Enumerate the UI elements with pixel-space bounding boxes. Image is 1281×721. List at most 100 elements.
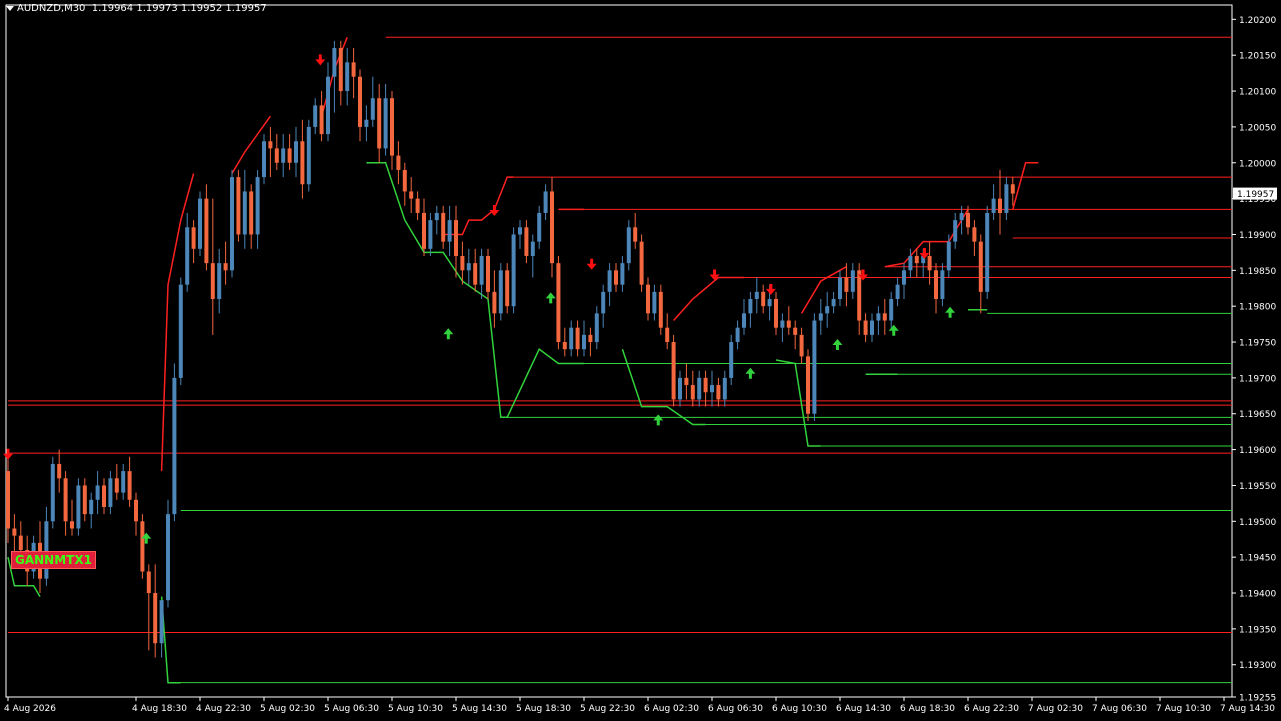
candle-body-40 (262, 141, 266, 178)
y-tick-label-10: 1.19700 (1239, 374, 1276, 384)
x-tick-label-18: 7 Aug 14:30 (1220, 704, 1275, 714)
candle-body-16 (108, 478, 113, 507)
candle-body-34 (223, 263, 228, 271)
x-tick-label-10: 6 Aug 06:30 (708, 704, 763, 714)
candle-body-109 (703, 377, 708, 393)
candle-body-114 (735, 327, 740, 343)
candle-body-30 (198, 198, 202, 249)
candle-body-87 (562, 342, 567, 350)
candle-body-52 (338, 48, 343, 92)
candle-body-127 (818, 313, 823, 321)
candle-body-79 (511, 234, 516, 307)
candle-body-156 (1004, 184, 1009, 213)
candle-body-68 (441, 212, 446, 242)
candle-body-71 (460, 255, 465, 271)
candle-body-83 (537, 212, 542, 242)
candle-body-69 (447, 220, 452, 242)
x-tick-label-0: 4 Aug 2026 (4, 704, 56, 714)
candle-body-64 (415, 198, 420, 213)
x-tick-label-15: 7 Aug 02:30 (1028, 704, 1083, 714)
candle-body-43 (281, 148, 286, 163)
candle-body-89 (575, 327, 580, 350)
y-tick-label-12: 1.19600 (1239, 446, 1276, 456)
candle-body-136 (876, 313, 881, 321)
candle-body-106 (684, 377, 689, 386)
candle-body-91 (588, 334, 593, 343)
candle-body-88 (569, 327, 574, 350)
x-tick-label-13: 6 Aug 18:30 (900, 704, 955, 714)
candle-body-124 (799, 334, 804, 357)
candle-body-21 (140, 521, 145, 572)
candle-body-7 (50, 463, 55, 522)
candle-body-100 (646, 284, 650, 314)
y-tick-label-0: 1.20200 (1239, 16, 1276, 26)
candle-body-10 (70, 521, 74, 529)
candle-body-125 (806, 356, 810, 414)
candle-body-46 (300, 141, 305, 185)
x-tick-label-5: 5 Aug 10:30 (388, 704, 443, 714)
chart-canvas[interactable]: 1.20200 1.20150 1.20100 1.20050 1.20000 1.199… (0, 0, 1281, 721)
candle-body-81 (524, 227, 529, 256)
candle-body-6 (44, 521, 49, 579)
candle-body-31 (204, 198, 209, 264)
candle-body-130 (838, 277, 842, 300)
chart-header: AUDNZD,M30 1.19964 1.19973 1.19952 1.199… (6, 3, 267, 14)
candle-body-66 (428, 220, 433, 249)
candle-body-152 (978, 241, 983, 292)
candle-body-90 (582, 334, 586, 350)
candle-body-120 (774, 299, 778, 328)
candle-body-55 (358, 76, 362, 127)
candle-body-2 (18, 535, 23, 550)
y-tick-label-9: 1.19750 (1239, 339, 1276, 349)
candle-body-134 (863, 320, 868, 335)
candle-body-37 (242, 191, 247, 235)
candle-body-121 (780, 320, 785, 328)
candle-body-32 (210, 263, 215, 300)
candle-body-61 (396, 155, 401, 170)
candle-body-57 (370, 98, 375, 120)
x-tick-label-4: 5 Aug 06:30 (324, 704, 379, 714)
price-chart[interactable]: 1.20200 1.20150 1.20100 1.20050 1.20000 1.199… (0, 0, 1281, 721)
candle-body-19 (127, 471, 132, 500)
x-tick-label-12: 6 Aug 14:30 (836, 704, 891, 714)
candle-body-153 (985, 212, 990, 292)
indicator-label[interactable]: GANNMTX1 (11, 551, 96, 569)
candle-body-59 (383, 98, 388, 149)
x-tick-label-17: 7 Aug 10:30 (1156, 704, 1211, 714)
candle-body-140 (902, 270, 906, 285)
candle-body-146 (940, 270, 945, 300)
candle-body-29 (191, 227, 196, 249)
candle-body-28 (185, 227, 190, 285)
candle-body-41 (268, 141, 273, 149)
x-tick-label-2: 4 Aug 22:30 (196, 704, 251, 714)
candle-body-113 (729, 342, 734, 378)
candle-body-11 (76, 485, 81, 529)
candle-body-35 (230, 177, 234, 271)
candle-body-65 (422, 212, 426, 249)
candle-body-58 (377, 98, 382, 149)
candle-body-147 (946, 241, 951, 271)
candle-body-105 (678, 377, 682, 400)
candle-body-92 (594, 313, 599, 343)
candle-body-101 (652, 291, 657, 314)
candle-body-142 (914, 255, 919, 264)
candle-body-75 (486, 255, 490, 292)
candle-body-9 (63, 478, 68, 522)
candle-body-67 (434, 212, 439, 221)
y-tick-label-1: 1.20150 (1239, 52, 1276, 62)
candle-body-47 (306, 126, 311, 185)
candle-body-63 (409, 191, 414, 199)
current-price-label: 1.19957 (1237, 190, 1274, 200)
candle-body-51 (332, 48, 337, 77)
candle-body-139 (895, 284, 900, 300)
dropdown-triangle-icon[interactable] (6, 5, 14, 11)
candle-body-56 (364, 119, 369, 127)
candle-body-18 (121, 471, 126, 493)
candle-body-42 (274, 148, 279, 163)
candle-body-102 (658, 291, 663, 328)
candle-body-128 (825, 306, 830, 314)
candle-body-39 (255, 177, 260, 235)
candle-body-85 (550, 191, 554, 264)
candle-body-49 (319, 105, 324, 135)
candle-body-112 (722, 377, 727, 400)
